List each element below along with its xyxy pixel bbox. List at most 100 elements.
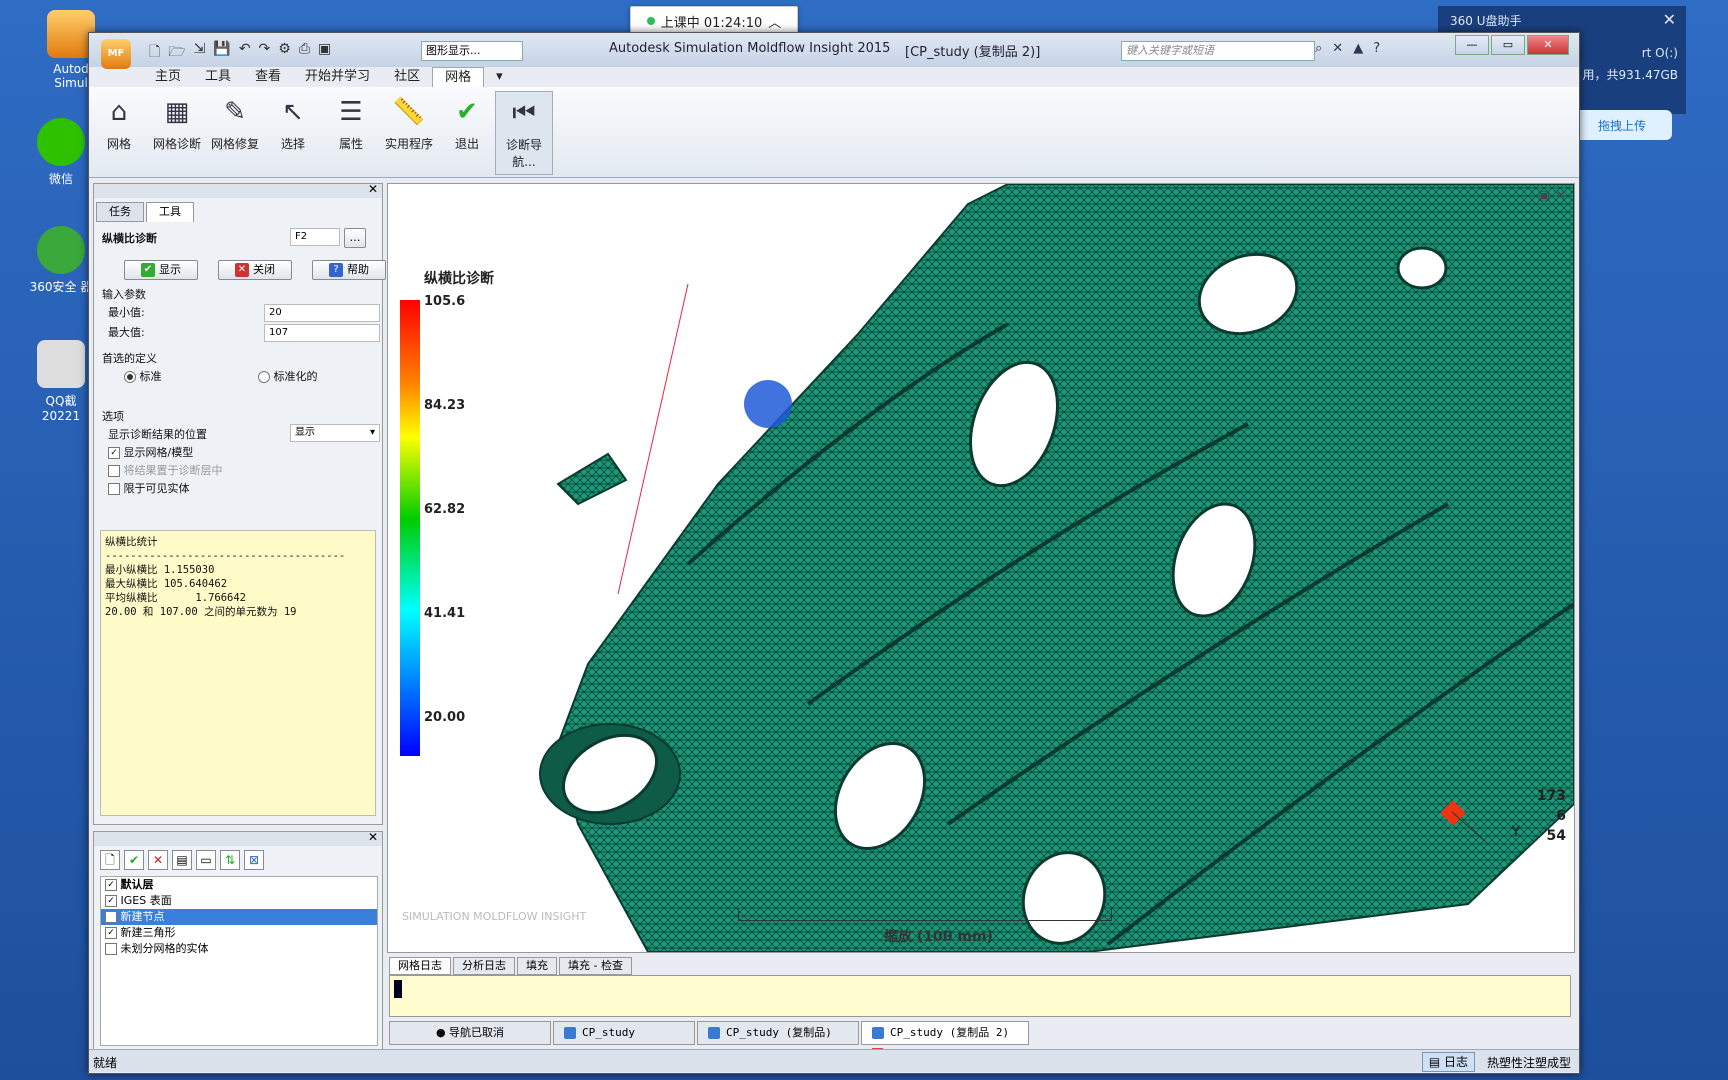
new-icon[interactable]: 🗋 (149, 41, 160, 65)
show-label: 显示 (159, 263, 181, 276)
min-value-input[interactable]: 20 (264, 304, 380, 322)
close-search-icon[interactable]: ✕ (1332, 41, 1343, 56)
ribbon-navigator-button[interactable]: ⏮ 诊断导航... (495, 91, 553, 175)
radio-normalized[interactable]: 标准化的 (258, 368, 318, 384)
layer-item[interactable]: ✓ 新建三角形 (101, 925, 377, 941)
mesh-repair-icon: ✎ (224, 97, 246, 127)
cb-show-mesh[interactable]: ✓ 显示网格/模型 (108, 444, 193, 460)
show-location-select[interactable]: 显示 ▾ (290, 424, 380, 442)
max-value-input[interactable]: 107 (264, 324, 380, 342)
display-select[interactable]: 图形显示... (421, 41, 523, 61)
tab-fill-check[interactable]: 填充 - 检查 (559, 957, 632, 975)
activate-layer-icon[interactable]: ✔ (124, 850, 144, 870)
window-title: Autodesk Simulation Moldflow Insight 201… (609, 41, 891, 56)
radio-icon (258, 371, 270, 383)
tab-home[interactable]: 主页 (143, 67, 193, 87)
minimize-button[interactable]: — (1455, 35, 1489, 55)
checkbox-unchecked[interactable] (105, 911, 117, 923)
cb-put-layer[interactable]: 将结果置于诊断层中 (108, 462, 223, 478)
settings-icon[interactable]: ⚙ (278, 41, 291, 65)
screenshot-icon[interactable]: ▣ (318, 41, 331, 65)
clear-layer-icon[interactable]: ⊠ (244, 850, 264, 870)
close-button[interactable]: ✕ (1527, 35, 1569, 55)
mesh-icon: ⌂ (110, 97, 128, 127)
chevron-up-icon[interactable]: ︿ (768, 12, 781, 31)
save-icon[interactable]: 💾 (213, 41, 230, 65)
redo-icon[interactable]: ↷ (259, 41, 271, 65)
print-icon[interactable]: ⎙ (299, 41, 310, 65)
ribbon-mesh-button[interactable]: ⌂ 网格 (91, 91, 147, 173)
tab-learn[interactable]: 开始并学习 (293, 67, 382, 87)
tab-mesh[interactable]: 网格 (432, 67, 485, 87)
expand-layer-icon[interactable]: ▭ (196, 850, 216, 870)
close-icon[interactable]: ✕ (368, 182, 378, 196)
doc-tab[interactable]: CP_study (553, 1021, 695, 1045)
close-button[interactable]: ✕ 关闭 (218, 260, 292, 280)
checkbox-unchecked[interactable] (105, 943, 117, 955)
doc-tab-navigator[interactable]: ● 导航已取消 (389, 1021, 551, 1045)
help-icon[interactable]: ? (1373, 41, 1380, 56)
tab-tools[interactable]: 工具 (146, 202, 194, 222)
doc-tab-active[interactable]: CP_study (复制品 2) ✕ (861, 1021, 1029, 1061)
radio-standard-label: 标准 (139, 370, 162, 383)
binoculars-icon[interactable]: ⌕ (1315, 41, 1322, 56)
checkbox-checked[interactable]: ✓ (105, 879, 117, 891)
new-layer-icon[interactable]: 🗋 (100, 850, 120, 870)
layer-item[interactable]: 新建节点 (101, 909, 377, 925)
layer-item[interactable]: ✓ 默认层 (101, 877, 377, 893)
more-button[interactable]: … (344, 228, 366, 248)
desktop-icon-wechat[interactable]: 微信 (26, 118, 96, 187)
radio-standard[interactable]: 标准 (124, 368, 162, 384)
desktop-icon-qq[interactable]: QQ截 20221 (26, 340, 96, 423)
max-label: 最大值: (108, 326, 145, 339)
restore-icon[interactable]: ▣ (1539, 188, 1550, 202)
model-viewport[interactable]: — ▣ ✕ 纵横比诊断 105.6 84.23 62.82 41.41 20.0… (387, 183, 1575, 953)
tool-name: 纵横比诊断 (102, 232, 157, 245)
undo-icon[interactable]: ↶ (239, 41, 251, 65)
doc-tab[interactable]: CP_study (复制品) (697, 1021, 859, 1045)
minimize-icon[interactable]: — (1521, 188, 1533, 202)
desktop-icon-360[interactable]: 360安全 器 (26, 226, 96, 295)
checkbox-checked[interactable]: ✓ (105, 895, 117, 907)
ribbon-mesh-diagnose-button[interactable]: ▦ 网格诊断 (149, 91, 205, 173)
tab-extra-dropdown[interactable]: ▾ (484, 67, 515, 87)
close-icon[interactable]: ✕ (368, 830, 378, 844)
tab-analysis-log[interactable]: 分析日志 (453, 957, 515, 975)
tab-tools[interactable]: 工具 (193, 67, 243, 87)
navigator-icon: ⏮ (512, 97, 536, 128)
close-icon[interactable]: ✕ (1663, 10, 1676, 29)
community-icon[interactable]: ▲ (1353, 41, 1363, 56)
layer-item[interactable]: 未划分网格的实体 (101, 941, 377, 957)
properties-icon: ☰ (339, 97, 363, 127)
assign-layer-icon[interactable]: ⇅ (220, 850, 240, 870)
tab-mesh-log[interactable]: 网格日志 (389, 957, 451, 975)
layer-properties-icon[interactable]: ▤ (172, 850, 192, 870)
log-toggle-button[interactable]: ▤ 日志 (1421, 1052, 1475, 1072)
ribbon-properties-button[interactable]: ☰ 属性 (323, 91, 379, 173)
tab-view[interactable]: 查看 (243, 67, 293, 87)
legend-value: 105.6 (424, 294, 466, 309)
ribbon-utilities-button[interactable]: 📏 实用程序 (381, 91, 437, 173)
show-button[interactable]: ✔ 显示 (124, 260, 198, 280)
maximize-button[interactable]: ▭ (1491, 35, 1525, 55)
app-menu-button[interactable]: MF (101, 39, 131, 69)
ribbon-mesh-repair-button[interactable]: ✎ 网格修复 (207, 91, 263, 173)
close-icon[interactable]: ✕ (1556, 188, 1566, 202)
log-output[interactable] (389, 975, 1571, 1017)
open-icon[interactable]: 🗁 (168, 41, 185, 65)
usb-drive-label: rt O(:) (1641, 46, 1678, 60)
layer-item[interactable]: ✓ IGES 表面 (101, 893, 377, 909)
tab-fill[interactable]: 填充 (517, 957, 557, 975)
tab-tasks[interactable]: 任务 (96, 202, 144, 222)
delete-layer-icon[interactable]: ✕ (148, 850, 168, 870)
cb-visible-only[interactable]: 限于可见实体 (108, 480, 190, 496)
quick-access-toolbar: 🗋 🗁 ⇲ 💾 ↶ ↷ ⚙ ⎙ ▣ (149, 41, 331, 65)
tab-community[interactable]: 社区 (382, 67, 432, 87)
import-icon[interactable]: ⇲ (194, 41, 206, 65)
help-button[interactable]: ? 帮助 (312, 260, 386, 280)
search-input[interactable]: 键入关键字或短语 (1121, 41, 1315, 61)
shortcut-select[interactable]: F2 (290, 228, 340, 246)
ribbon-exit-button[interactable]: ✔ 退出 (439, 91, 495, 173)
ribbon-select-button[interactable]: ↖ 选择 (265, 91, 321, 173)
checkbox-checked[interactable]: ✓ (105, 927, 117, 939)
